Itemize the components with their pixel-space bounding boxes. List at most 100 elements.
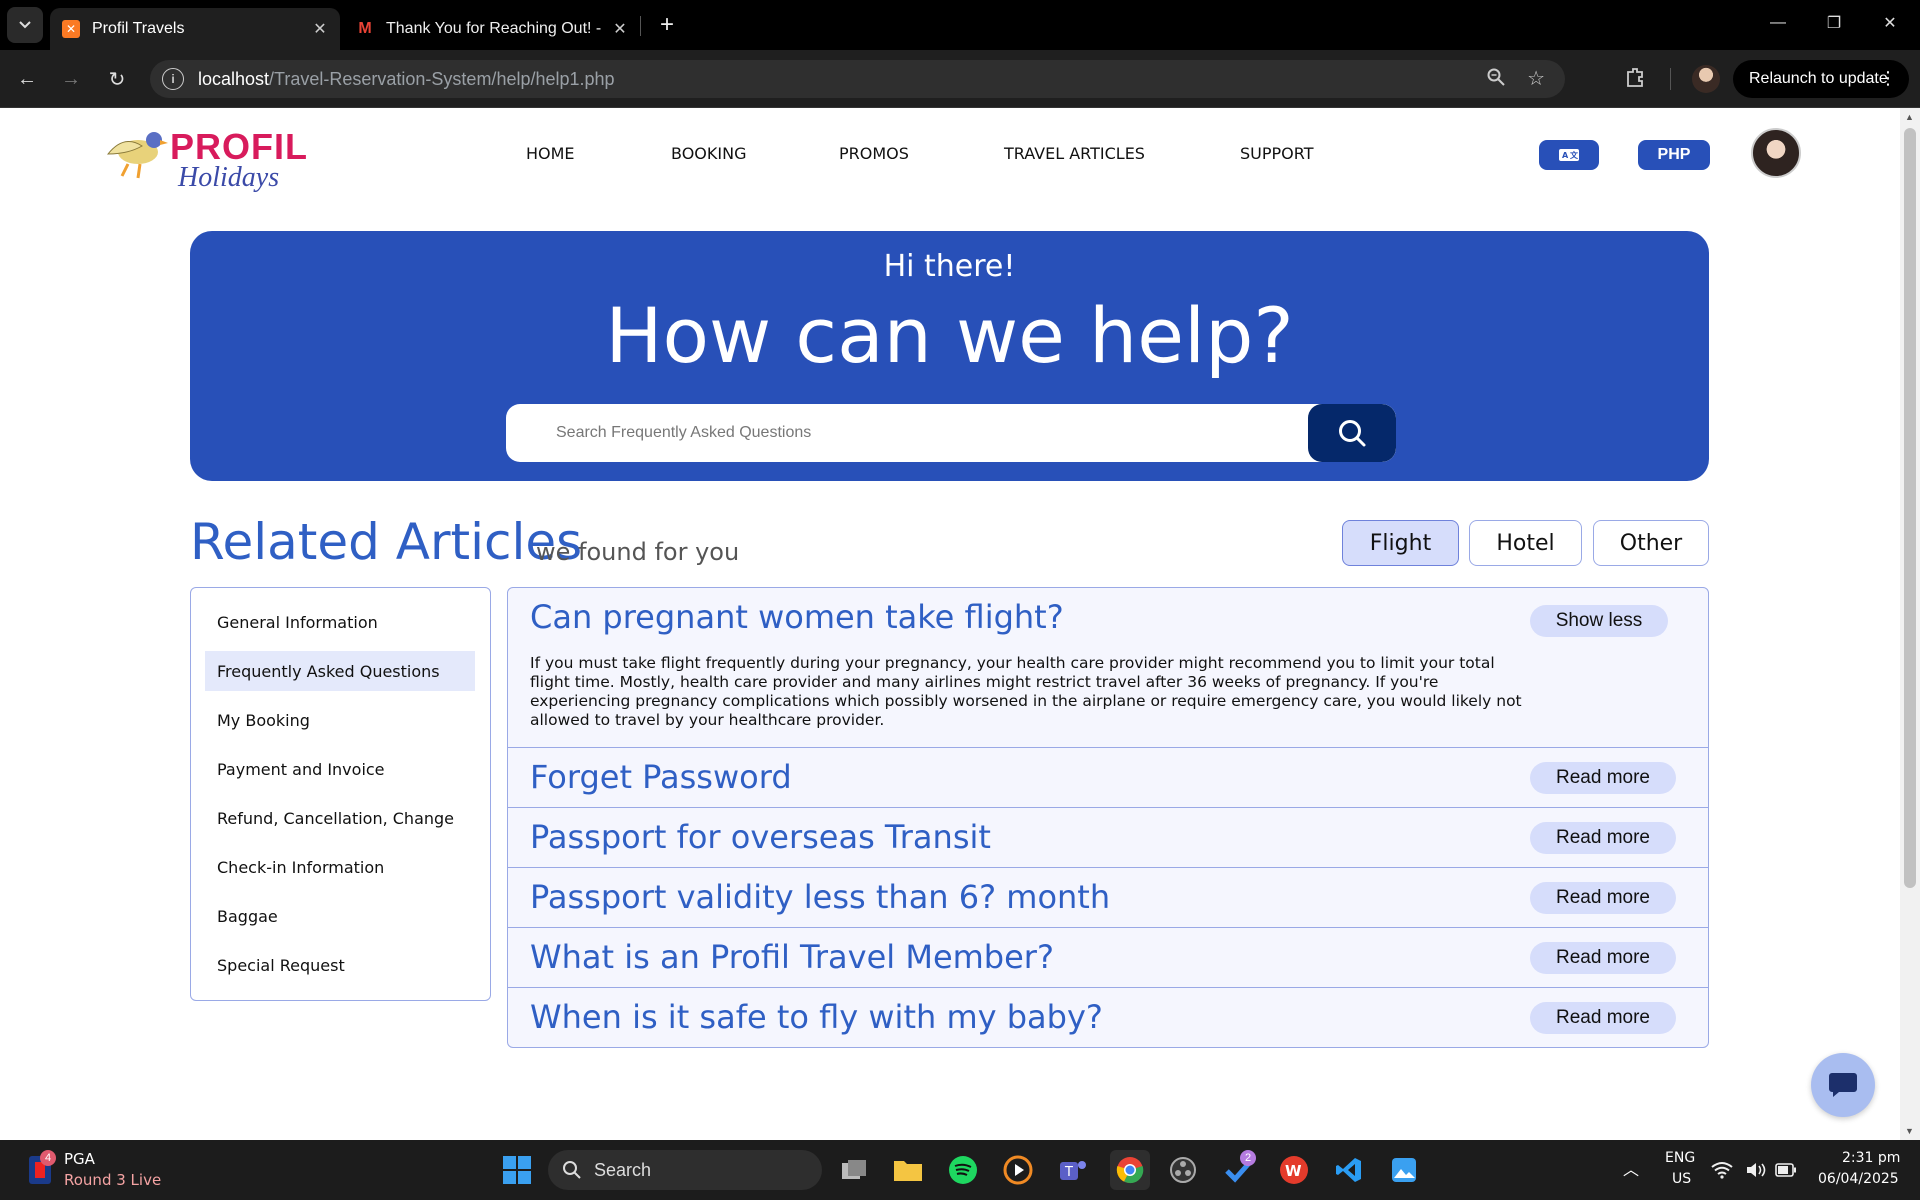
language-top[interactable]: ENG	[1665, 1150, 1695, 1166]
sidebar-item-payment-invoice[interactable]: Payment and Invoice	[205, 749, 475, 789]
hero-greeting: Hi there!	[883, 249, 1016, 284]
faq-search-box	[506, 404, 1396, 462]
tab-profil-travels[interactable]: ✕ Profil Travels ✕	[50, 8, 340, 50]
read-more-button[interactable]: Read more	[1530, 942, 1676, 974]
reload-button[interactable]: ↻	[102, 64, 132, 94]
browser-profile-avatar[interactable]	[1692, 65, 1720, 93]
media-player-icon[interactable]	[1000, 1152, 1036, 1188]
search-icon	[563, 1161, 581, 1179]
profil-holidays-logo[interactable]: PROFIL Holidays	[98, 118, 307, 196]
new-tab-button[interactable]: +	[652, 10, 682, 40]
chat-bubble-icon	[1829, 1073, 1857, 1097]
chevron-down-icon	[19, 21, 31, 29]
task-view-icon[interactable]	[836, 1152, 872, 1188]
chat-button[interactable]	[1811, 1053, 1875, 1117]
filter-flight[interactable]: Flight	[1342, 520, 1459, 566]
volume-icon[interactable]	[1744, 1152, 1768, 1188]
search-button[interactable]	[1308, 404, 1396, 462]
filter-other[interactable]: Other	[1593, 520, 1709, 566]
close-window-button[interactable]: ✕	[1870, 8, 1910, 38]
language-button[interactable]: A文	[1539, 140, 1599, 170]
vscode-icon[interactable]	[1331, 1152, 1367, 1188]
widget-title[interactable]: PGA	[64, 1150, 95, 1168]
nav-promos[interactable]: PROMOS	[839, 144, 909, 163]
zoom-icon[interactable]	[1487, 68, 1505, 91]
faq-question[interactable]: What is an Profil Travel Member?	[530, 938, 1054, 976]
tab-title: Thank You for Reaching Out! - c	[386, 20, 606, 37]
site-info-icon[interactable]: i	[162, 68, 184, 90]
sidebar-item-baggage[interactable]: Baggae	[205, 896, 475, 936]
windows-start-icon[interactable]	[499, 1152, 535, 1188]
read-more-button[interactable]: Read more	[1530, 822, 1676, 854]
scroll-down-arrow-icon[interactable]: ▼	[1905, 1126, 1914, 1136]
address-bar[interactable]: i localhost/Travel-Reservation-System/he…	[150, 60, 1565, 98]
minimize-button[interactable]: —	[1758, 8, 1798, 38]
show-less-button[interactable]: Show less	[1530, 605, 1668, 637]
sidebar-item-refund[interactable]: Refund, Cancellation, Change	[205, 798, 475, 838]
widget-subtitle[interactable]: Round 3 Live	[64, 1171, 161, 1189]
bookmark-star-icon[interactable]: ☆	[1527, 66, 1545, 91]
windows-taskbar: 4 PGA Round 3 Live Search T 2 W ︿ ENG US…	[0, 1140, 1920, 1200]
wifi-icon[interactable]	[1710, 1152, 1734, 1188]
faq-answer: If you must take flight frequently durin…	[530, 654, 1522, 729]
address-toolbar: ← → ↻ i localhost/Travel-Reservation-Sys…	[0, 50, 1920, 108]
read-more-button[interactable]: Read more	[1530, 882, 1676, 914]
faq-question[interactable]: Forget Password	[530, 758, 792, 796]
url-text[interactable]: localhost/Travel-Reservation-System/help…	[198, 69, 615, 90]
faq-question[interactable]: Passport validity less than 6? month	[530, 878, 1110, 916]
sidebar-item-checkin[interactable]: Check-in Information	[205, 847, 475, 887]
page-scrollbar[interactable]: ▲ ▼	[1900, 108, 1920, 1140]
faq-question[interactable]: Passport for overseas Transit	[530, 818, 991, 856]
close-tab-icon[interactable]: ✕	[306, 19, 334, 39]
teams-icon[interactable]: T	[1055, 1152, 1091, 1188]
sidebar-item-general-information[interactable]: General Information	[205, 602, 475, 642]
tab-gmail[interactable]: M Thank You for Reaching Out! - c ✕	[340, 8, 640, 50]
wps-office-icon[interactable]: W	[1276, 1152, 1312, 1188]
back-button[interactable]: ←	[12, 64, 42, 94]
currency-button[interactable]: PHP	[1638, 140, 1710, 170]
nav-booking[interactable]: BOOKING	[671, 144, 746, 163]
gmail-favicon-icon: M	[358, 20, 372, 37]
chrome-icon[interactable]	[1110, 1150, 1150, 1190]
svg-text:文: 文	[1570, 150, 1579, 160]
tab-title: Profil Travels	[92, 20, 185, 37]
nav-support[interactable]: SUPPORT	[1240, 144, 1313, 163]
todo-badge: 2	[1240, 1150, 1256, 1166]
sidebar-item-faq[interactable]: Frequently Asked Questions	[205, 651, 475, 691]
extensions-icon[interactable]	[1624, 66, 1646, 94]
more-menu-icon[interactable]: ⋮	[1879, 68, 1897, 89]
faq-search-input[interactable]	[506, 404, 1306, 462]
toolbar-separator	[1670, 68, 1671, 90]
user-avatar[interactable]	[1751, 128, 1801, 178]
spotify-icon[interactable]	[945, 1152, 981, 1188]
taskbar-search[interactable]: Search	[548, 1150, 822, 1190]
restore-button[interactable]: ❐	[1814, 8, 1854, 38]
clock-time[interactable]: 2:31 pm	[1842, 1150, 1900, 1166]
tab-strip: ✕ Profil Travels ✕ M Thank You for Reach…	[0, 0, 1920, 50]
obs-icon[interactable]	[1165, 1152, 1201, 1188]
filter-hotel[interactable]: Hotel	[1469, 520, 1582, 566]
hidden-icons-chevron-icon[interactable]: ︿	[1623, 1156, 1639, 1180]
web-page: PROFIL Holidays HOME BOOKING PROMOS TRAV…	[0, 108, 1900, 1140]
tab-search-button[interactable]	[7, 7, 43, 43]
clock-date[interactable]: 06/04/2025	[1818, 1171, 1899, 1187]
file-explorer-icon[interactable]	[890, 1152, 926, 1188]
xampp-favicon-icon: ✕	[62, 20, 80, 38]
scroll-up-arrow-icon[interactable]: ▲	[1905, 112, 1914, 122]
forward-button[interactable]: →	[56, 64, 86, 94]
battery-icon[interactable]	[1774, 1152, 1798, 1188]
close-tab-icon[interactable]: ✕	[606, 19, 634, 39]
nav-travel-articles[interactable]: TRAVEL ARTICLES	[1004, 144, 1145, 163]
scrollbar-thumb[interactable]	[1904, 128, 1916, 888]
faq-question[interactable]: When is it safe to fly with my baby?	[530, 998, 1103, 1036]
photos-icon[interactable]	[1386, 1152, 1422, 1188]
relaunch-to-update-button[interactable]: Relaunch to update ⋮	[1733, 60, 1909, 98]
read-more-button[interactable]: Read more	[1530, 1002, 1676, 1034]
faq-item: When is it safe to fly with my baby? Rea…	[507, 987, 1709, 1048]
sidebar-item-special-request[interactable]: Special Request	[205, 945, 475, 985]
nav-home[interactable]: HOME	[526, 144, 575, 163]
read-more-button[interactable]: Read more	[1530, 762, 1676, 794]
language-bottom[interactable]: US	[1672, 1171, 1691, 1187]
faq-question[interactable]: Can pregnant women take flight?	[530, 598, 1064, 636]
sidebar-item-my-booking[interactable]: My Booking	[205, 700, 475, 740]
